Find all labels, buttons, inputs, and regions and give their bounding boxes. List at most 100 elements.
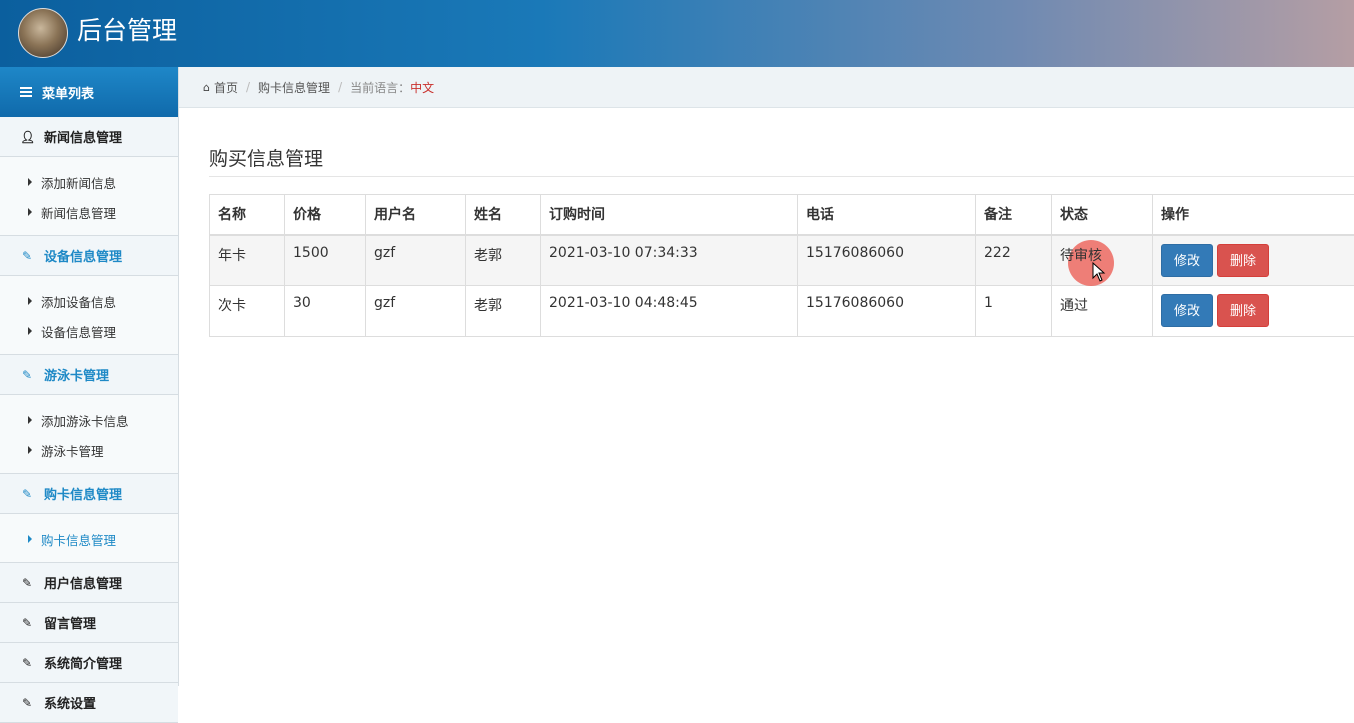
sidebar-item-label: 设备信息管理	[41, 322, 116, 341]
edit-icon: ✎	[20, 249, 34, 263]
cell-username: gzf	[366, 286, 466, 337]
app-title: 后台管理	[77, 14, 177, 48]
column-header-time: 订购时间	[541, 195, 798, 235]
sidebar-item-label: 游泳卡管理	[41, 441, 104, 460]
breadcrumb-separator: /	[246, 80, 250, 94]
cell-realname: 老郭	[466, 286, 541, 337]
breadcrumb-separator: /	[338, 80, 342, 94]
column-header-price: 价格	[285, 195, 366, 235]
cell-price: 30	[285, 286, 366, 337]
sidebar-item-add-device[interactable]: 添加设备信息	[0, 286, 178, 316]
mouse-cursor-icon	[1092, 262, 1106, 282]
sidebar-item-label: 购卡信息管理	[41, 530, 116, 549]
column-header-username: 用户名	[366, 195, 466, 235]
column-header-realname: 姓名	[466, 195, 541, 235]
cell-username: gzf	[366, 235, 466, 286]
cell-actions: 修改删除	[1153, 286, 1354, 337]
delete-button[interactable]: 删除	[1217, 244, 1269, 277]
sidebar-group-purchase[interactable]: ✎ 购卡信息管理	[0, 474, 178, 514]
avatar[interactable]	[18, 8, 68, 58]
cell-name: 次卡	[210, 286, 285, 337]
column-header-actions: 操作	[1153, 195, 1354, 235]
caret-right-icon	[28, 178, 32, 186]
edit-icon: ✎	[20, 696, 34, 710]
edit-icon: ✎	[20, 616, 34, 630]
sidebar: 菜单列表 👤︎ 新闻信息管理 添加新闻信息 新闻信息管理 ✎ 设备信息管理 添加…	[0, 67, 179, 686]
table-row: 次卡 30 gzf 老郭 2021-03-10 04:48:45 1517608…	[210, 286, 1354, 337]
table-header-row: 名称 价格 用户名 姓名 订购时间 电话 备注 状态 操作	[210, 195, 1354, 235]
caret-right-icon	[28, 327, 32, 335]
sidebar-item-swimcard-manage[interactable]: 游泳卡管理	[0, 435, 178, 465]
sidebar-group-intro[interactable]: ✎ 系统简介管理	[0, 643, 178, 683]
title-divider	[209, 176, 1354, 177]
list-icon	[20, 87, 32, 97]
sidebar-item-device-manage[interactable]: 设备信息管理	[0, 316, 178, 346]
edit-icon: ✎	[20, 368, 34, 382]
sidebar-submenu-device: 添加设备信息 设备信息管理	[0, 276, 178, 355]
sidebar-item-label: 添加游泳卡信息	[41, 411, 129, 430]
sidebar-group-label: 系统简介管理	[44, 653, 122, 672]
sidebar-group-label: 留言管理	[44, 613, 96, 632]
cell-note: 222	[976, 235, 1052, 286]
purchase-table: 名称 价格 用户名 姓名 订购时间 电话 备注 状态 操作 年卡 1500 gz…	[209, 194, 1354, 337]
sidebar-item-purchase-manage[interactable]: 购卡信息管理	[0, 524, 178, 554]
cell-time: 2021-03-10 07:34:33	[541, 235, 798, 286]
sidebar-item-news-manage[interactable]: 新闻信息管理	[0, 197, 178, 227]
table-row: 年卡 1500 gzf 老郭 2021-03-10 07:34:33 15176…	[210, 235, 1354, 286]
home-icon: ⌂	[203, 81, 210, 94]
sidebar-group-label: 新闻信息管理	[44, 127, 122, 146]
caret-right-icon	[28, 297, 32, 305]
caret-right-icon	[28, 446, 32, 454]
sidebar-group-users[interactable]: ✎ 用户信息管理	[0, 563, 178, 603]
caret-right-icon	[28, 416, 32, 424]
caret-right-icon	[28, 208, 32, 216]
column-header-name: 名称	[210, 195, 285, 235]
sidebar-item-add-news[interactable]: 添加新闻信息	[0, 167, 178, 197]
edit-icon: ✎	[20, 656, 34, 670]
language-value[interactable]: 中文	[410, 79, 434, 96]
sidebar-group-label: 购卡信息管理	[44, 484, 122, 503]
cell-note: 1	[976, 286, 1052, 337]
cell-status: 通过	[1052, 286, 1153, 337]
sidebar-group-swimcard[interactable]: ✎ 游泳卡管理	[0, 355, 178, 395]
sidebar-group-device[interactable]: ✎ 设备信息管理	[0, 236, 178, 276]
sidebar-group-label: 系统设置	[44, 693, 96, 712]
sidebar-group-label: 游泳卡管理	[44, 365, 109, 384]
sidebar-item-add-swimcard[interactable]: 添加游泳卡信息	[0, 405, 178, 435]
sidebar-item-label: 添加新闻信息	[41, 173, 116, 192]
sidebar-group-label: 设备信息管理	[44, 246, 122, 265]
sidebar-group-news[interactable]: 👤︎ 新闻信息管理	[0, 117, 178, 157]
sidebar-group-messages[interactable]: ✎ 留言管理	[0, 603, 178, 643]
edit-button[interactable]: 修改	[1161, 244, 1213, 277]
column-header-phone: 电话	[798, 195, 976, 235]
sidebar-submenu-news: 添加新闻信息 新闻信息管理	[0, 157, 178, 236]
user-icon: 👤︎	[20, 130, 34, 144]
breadcrumb-current[interactable]: 购卡信息管理	[258, 79, 330, 96]
language-label: 当前语言：	[350, 79, 410, 96]
page-title: 购买信息管理	[209, 144, 323, 171]
cell-actions: 修改删除	[1153, 235, 1354, 286]
cell-price: 1500	[285, 235, 366, 286]
status-text[interactable]: 通过	[1060, 298, 1088, 314]
breadcrumb: ⌂ 首页 / 购卡信息管理 / 当前语言： 中文	[179, 67, 1354, 108]
caret-right-icon	[28, 535, 32, 543]
edit-button[interactable]: 修改	[1161, 294, 1213, 327]
menu-title: 菜单列表	[42, 83, 94, 102]
sidebar-submenu-purchase: 购卡信息管理	[0, 514, 178, 563]
cell-phone: 15176086060	[798, 235, 976, 286]
sidebar-submenu-swimcard: 添加游泳卡信息 游泳卡管理	[0, 395, 178, 474]
cell-time: 2021-03-10 04:48:45	[541, 286, 798, 337]
sidebar-group-settings[interactable]: ✎ 系统设置	[0, 683, 178, 723]
column-header-note: 备注	[976, 195, 1052, 235]
menu-header: 菜单列表	[0, 67, 178, 117]
sidebar-group-label: 用户信息管理	[44, 573, 122, 592]
cell-phone: 15176086060	[798, 286, 976, 337]
sidebar-item-label: 添加设备信息	[41, 292, 116, 311]
breadcrumb-home[interactable]: 首页	[214, 79, 238, 96]
delete-button[interactable]: 删除	[1217, 294, 1269, 327]
sidebar-item-label: 新闻信息管理	[41, 203, 116, 222]
column-header-status: 状态	[1052, 195, 1153, 235]
cell-status: 待审核	[1052, 235, 1153, 286]
cell-realname: 老郭	[466, 235, 541, 286]
edit-icon: ✎	[20, 576, 34, 590]
